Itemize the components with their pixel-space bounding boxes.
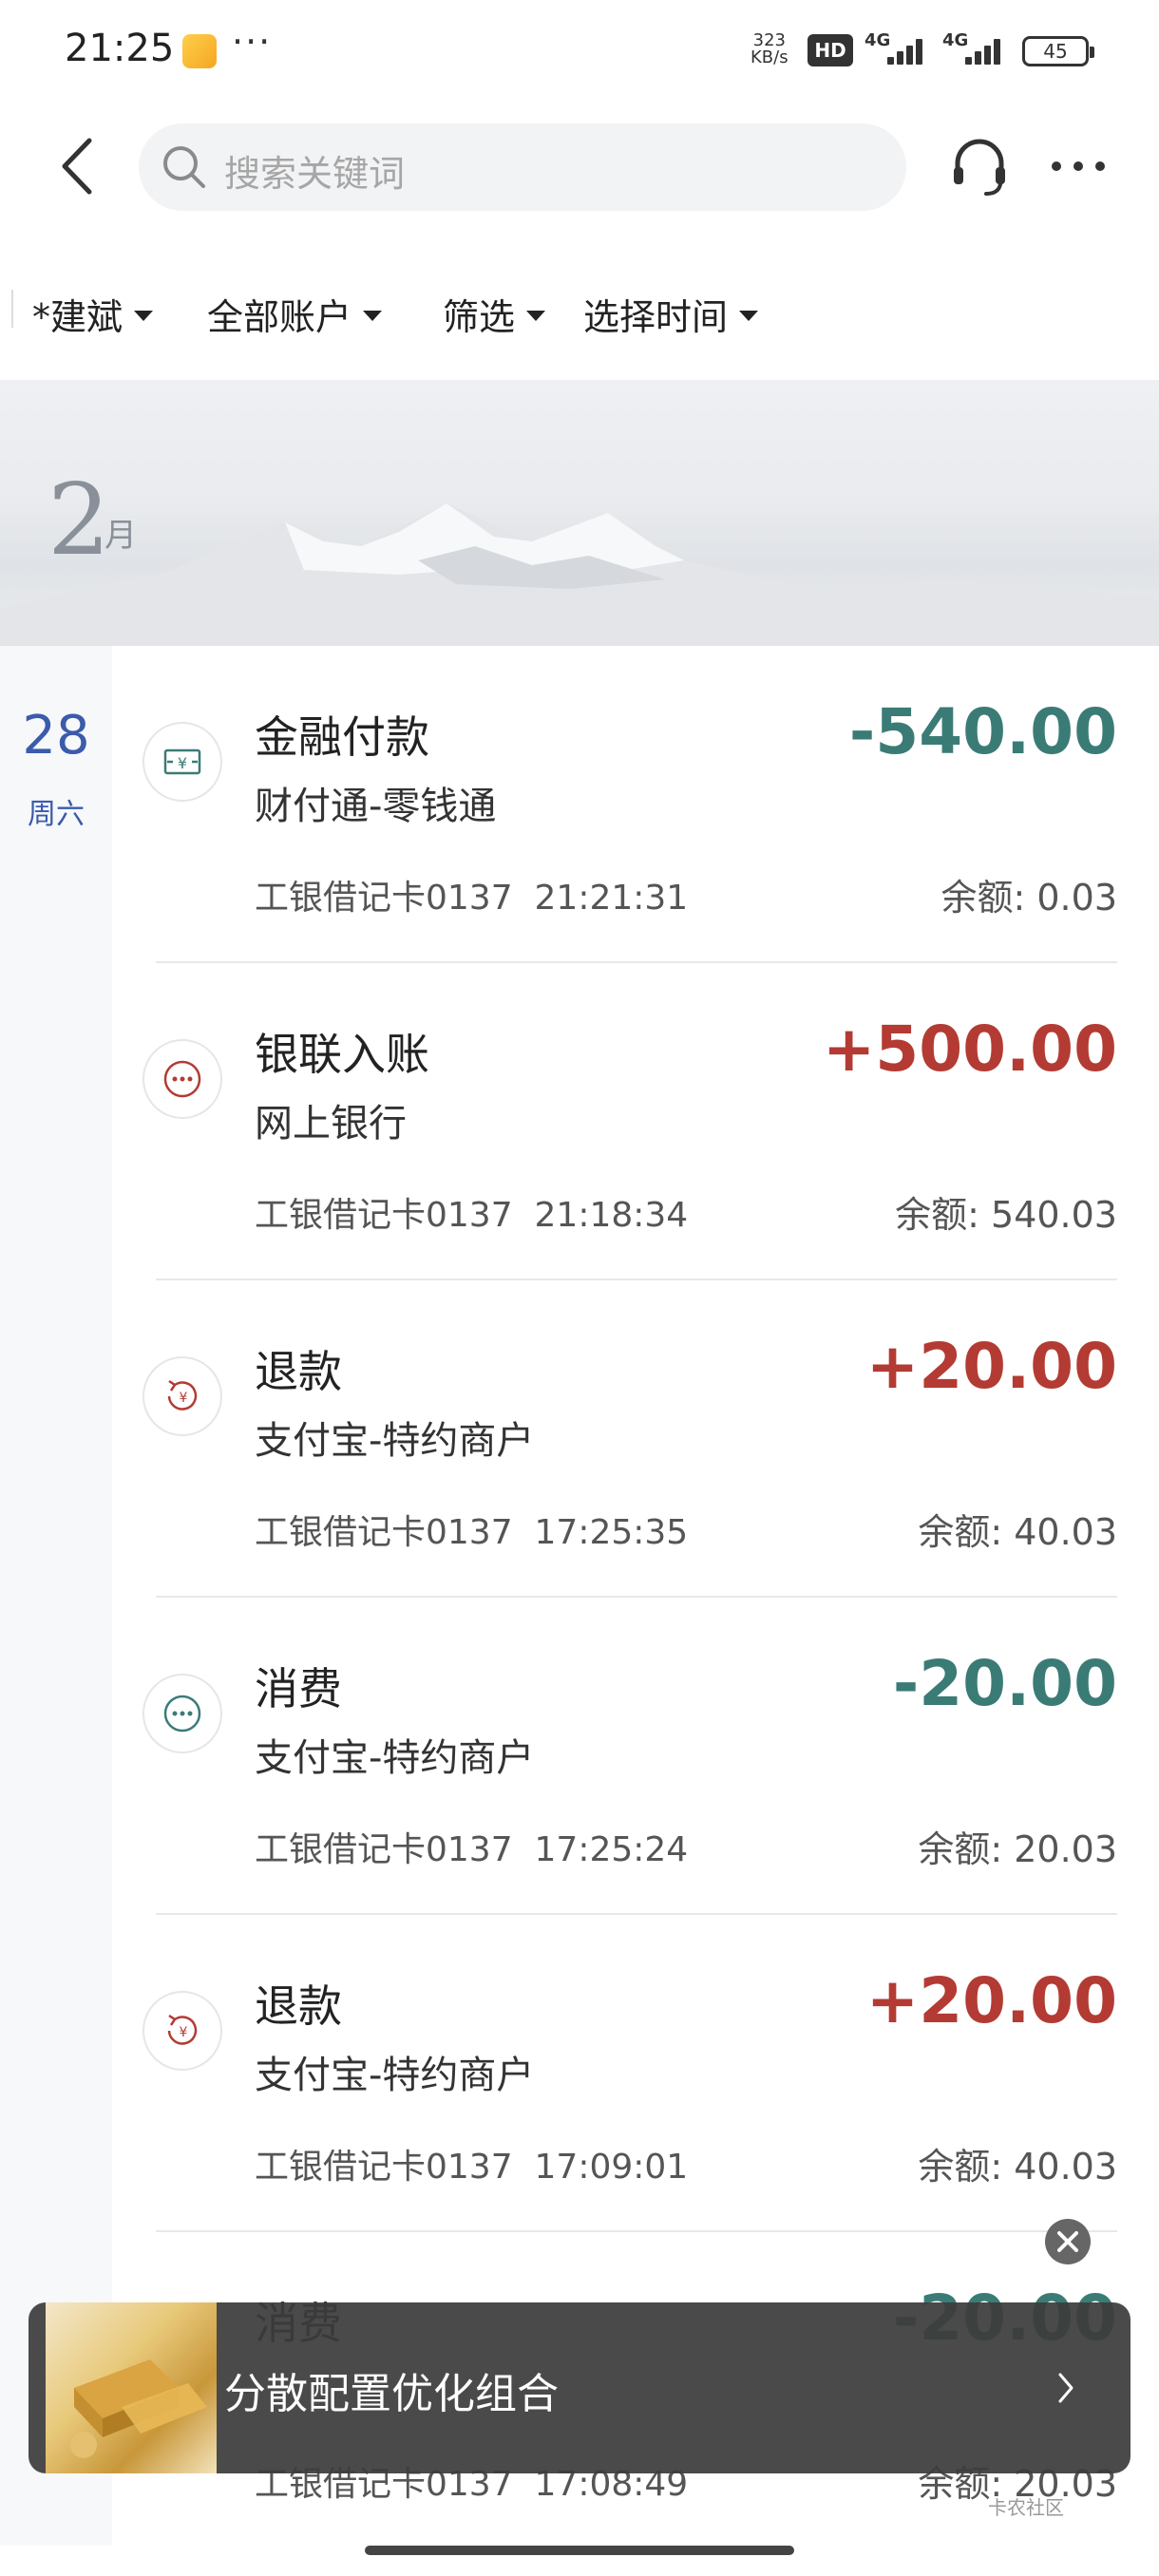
month-number: 2 [48,462,111,578]
date-column: 28 周六 [0,646,112,2546]
transaction-account: 工银借记卡0137 [255,1830,513,1869]
transaction-row[interactable]: ¥ 退款 支付宝-特约商户 工银借记卡0137 17:09:01 +20.00 … [112,1915,1159,2232]
chevron-left-icon [62,138,92,195]
search-input[interactable]: 搜索关键词 [139,123,906,211]
search-icon [163,146,205,188]
filter-name-dropdown[interactable]: *建斌 [32,288,154,340]
dots-icon [142,1674,222,1753]
transaction-balance: 余额: 40.03 [918,2146,1117,2188]
transaction-row[interactable]: 银联入账 网上银行 工银借记卡0137 21:18:34 +500.00 余额:… [112,963,1159,1280]
more-notifications-icon: ··· [232,21,273,63]
customer-service-button[interactable] [946,133,1013,199]
transaction-title: 退款 [255,1980,342,2032]
battery-icon: 45 [1022,36,1094,66]
status-bar: 21:25 ··· 323 KB/s HD 4G 4G 45 [0,0,1159,104]
network-speed: 323 KB/s [750,32,788,66]
transaction-counterparty: 支付宝-特约商户 [255,2054,535,2097]
transaction-time: 21:18:34 [534,1196,689,1235]
transaction-title: 消费 [255,1663,342,1714]
transaction-counterparty: 支付宝-特约商户 [255,1736,535,1780]
caret-down-icon [363,311,383,321]
filter-account-dropdown[interactable]: 全部账户 [207,288,383,340]
transaction-account-time: 工银借记卡0137 17:25:24 [255,1822,688,1871]
transaction-title: 银联入账 [255,1029,429,1080]
close-icon [1057,2231,1078,2252]
filter-label: 筛选 [443,296,516,338]
transaction-amount: +20.00 [865,1964,1117,2037]
ad-text: 分散配置优化组合 [224,2370,559,2418]
filter-bar: *建斌 全部账户 筛选 选择时间 [0,271,1159,347]
transaction-counterparty: 支付宝-特约商户 [255,1419,535,1463]
transaction-account: 工银借记卡0137 [255,2148,513,2187]
transaction-account: 工银借记卡0137 [255,1513,513,1552]
refund-icon: ¥ [142,1991,222,2071]
transaction-amount: -540.00 [848,695,1117,768]
search-placeholder: 搜索关键词 [224,153,406,195]
month-unit: 月 [104,517,137,555]
caret-down-icon [526,311,546,321]
transaction-account-time: 工银借记卡0137 21:18:34 [255,1187,688,1237]
svg-text:¥: ¥ [180,2025,188,2040]
mountain-illustration [0,503,1159,646]
transaction-account-time: 工银借记卡0137 17:25:35 [255,1505,688,1554]
signal-label: 4G [942,30,969,50]
caret-down-icon [739,311,759,321]
transaction-amount: +20.00 [865,1330,1117,1403]
hd-voice-icon: HD [808,34,853,66]
transaction-row[interactable]: ¥ 金融付款 财付通-零钱通 工银借记卡0137 21:21:31 -540.0… [112,646,1159,963]
ad-close-button[interactable] [1045,2219,1091,2264]
transaction-time: 21:21:31 [534,879,689,918]
caret-down-icon [134,311,154,321]
signal-icon: 4G [942,30,1009,68]
dots-icon [142,1039,222,1119]
filter-time-dropdown[interactable]: 选择时间 [583,288,759,340]
transaction-balance: 余额: 40.03 [918,1511,1117,1553]
chevron-right-icon [1058,2373,1074,2403]
notification-icon [182,34,217,68]
transaction-time: 17:25:35 [534,1513,689,1552]
transaction-time: 17:09:01 [534,2148,689,2187]
more-icon [1052,161,1105,171]
signal-label: 4G [864,30,891,50]
transaction-title: 金融付款 [255,711,429,763]
filter-label: 选择时间 [583,296,729,338]
transaction-account-time: 工银借记卡0137 17:09:01 [255,2139,688,2188]
transaction-row[interactable]: 消费 支付宝-特约商户 工银借记卡0137 17:25:24 -20.00 余额… [112,1598,1159,1915]
transaction-amount: -20.00 [892,1647,1117,1720]
more-button[interactable] [1045,142,1112,190]
filter-label: *建斌 [32,296,124,338]
transaction-account-time: 工银借记卡0137 21:21:31 [255,870,688,919]
status-time: 21:25 [65,27,175,70]
back-button[interactable] [53,133,101,199]
transaction-balance: 余额: 0.03 [940,877,1118,919]
filter-screen-dropdown[interactable]: 筛选 [443,288,546,340]
home-indicator[interactable] [365,2546,794,2555]
gold-bar-image [46,2302,217,2473]
transaction-counterparty: 财付通-零钱通 [255,785,497,828]
svg-text:¥: ¥ [178,754,187,772]
transaction-amount: +500.00 [823,1013,1117,1086]
transaction-account: 工银借记卡0137 [255,879,513,918]
transaction-row[interactable]: ¥ 退款 支付宝-特约商户 工银借记卡0137 17:25:35 +20.00 … [112,1280,1159,1598]
transaction-balance: 余额: 540.03 [895,1194,1117,1236]
network-speed-unit: KB/s [750,47,788,67]
divider [11,290,13,328]
refund-icon: ¥ [142,1356,222,1436]
watermark: 卡农社区 [988,2496,1064,2519]
month-banner: 2 月 [0,380,1159,646]
signal-icon: 4G [864,30,931,68]
transaction-time: 17:25:24 [534,1830,689,1869]
headset-icon [954,139,1005,196]
transaction-account: 工银借记卡0137 [255,1196,513,1235]
transaction-title: 退款 [255,1346,342,1397]
transaction-counterparty: 网上银行 [255,1102,407,1146]
day-number: 28 [22,705,90,767]
filter-label: 全部账户 [207,296,352,338]
weekday: 周六 [28,798,85,831]
transfer-icon: ¥ [142,722,222,802]
ad-banner[interactable]: 分散配置优化组合 [28,2302,1130,2473]
transaction-balance: 余额: 20.03 [918,1828,1117,1870]
svg-text:¥: ¥ [180,1391,188,1406]
